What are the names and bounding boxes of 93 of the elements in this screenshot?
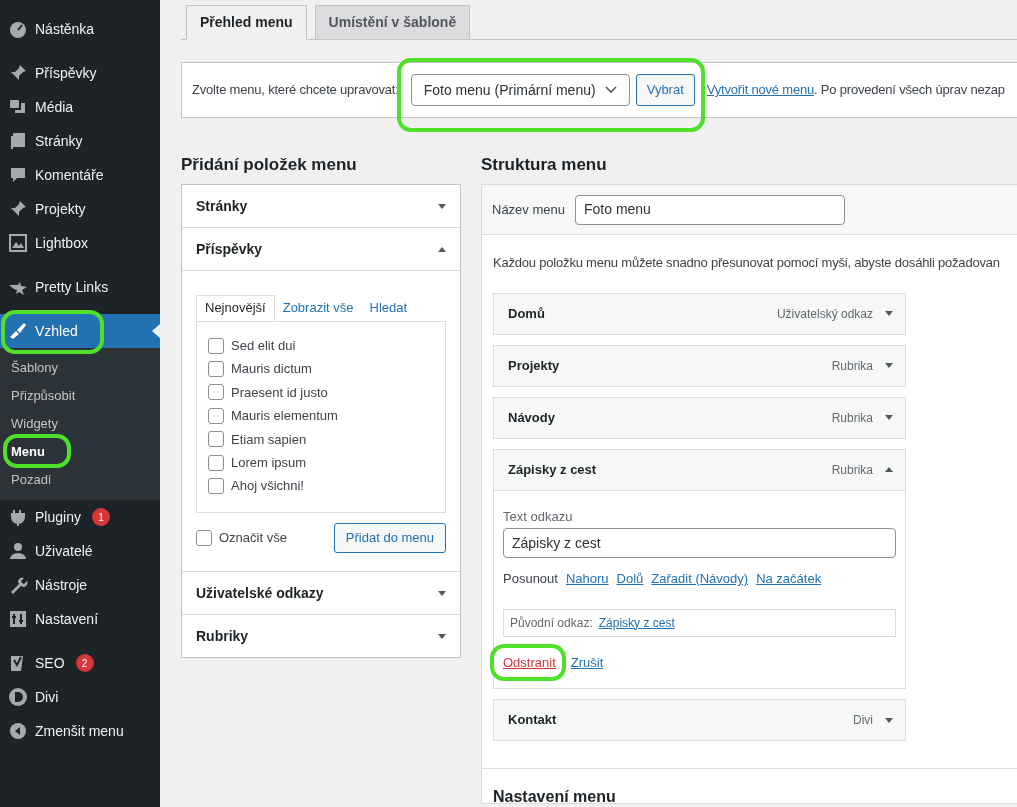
sidebar-item[interactable]: Nástroje [0, 568, 160, 602]
caret-icon [604, 86, 617, 94]
sidebar-item[interactable]: Stránky [0, 124, 160, 158]
tab[interactable]: Přehled menu [186, 5, 307, 40]
original-label: Původní odkaz: [510, 614, 593, 632]
move-link[interactable]: Dolů [616, 569, 644, 589]
expand-arrow-icon [885, 415, 893, 420]
collapse-arrow-icon [438, 246, 446, 252]
sidebar-item[interactable]: Média [0, 90, 160, 124]
checkbox-label: Etiam sapien [231, 430, 307, 449]
checkbox-label: Mauris elementum [231, 407, 338, 426]
checkbox[interactable] [208, 337, 224, 354]
accordion-header[interactable]: Uživatelské odkazy [182, 572, 460, 614]
menu-icon [8, 321, 28, 341]
expand-arrow-icon [885, 311, 893, 316]
menu-icon [8, 19, 28, 39]
menu-icon [8, 541, 28, 561]
create-menu-link[interactable]: Vytvořit nové menu [706, 82, 814, 98]
sidebar-item[interactable]: Nastavení [0, 602, 160, 636]
sidebar-item[interactable]: Nástěnka [0, 12, 160, 46]
count-badge: 2 [75, 654, 94, 672]
collapse-arrow-icon [885, 467, 893, 472]
accordion-header[interactable]: Rubriky [182, 615, 460, 657]
sidebar-item[interactable]: Uživatelé [0, 534, 160, 568]
submenu-item[interactable]: Přizpůsobit [0, 382, 160, 410]
checkbox-label: Lorem ipsum [231, 453, 307, 472]
move-link[interactable]: Na začátek [756, 569, 822, 589]
checkbox[interactable] [208, 361, 224, 378]
checkbox[interactable] [208, 384, 224, 401]
checkbox-label: Mauris dictum [231, 360, 312, 379]
sidebar-item[interactable]: Zmenšit menu [0, 714, 160, 748]
menu-icon [8, 721, 28, 741]
current-indicator-icon [152, 324, 160, 338]
link-text-field[interactable]: Zápisky z cest [503, 528, 896, 558]
sidebar-item[interactable]: Divi [0, 680, 160, 714]
accordion-header[interactable]: Stránky [182, 185, 460, 227]
cancel-link[interactable]: Zrušit [570, 652, 604, 672]
checkbox[interactable] [196, 530, 212, 546]
checkbox[interactable] [208, 407, 224, 424]
menu-hint: Vytvořit nové menu. Po provedení všech úprav nezap [706, 81, 1005, 100]
checkbox-label: Označit vše [219, 529, 287, 548]
sidebar-item[interactable]: Komentáře [0, 158, 160, 192]
menu-icon [8, 165, 28, 185]
menu-dropdown[interactable]: Foto menu (Primární menu) [410, 74, 630, 106]
submenu-item[interactable]: Menu [0, 438, 160, 466]
sidebar-item[interactable]: Lightbox [0, 226, 160, 260]
sidebar-item[interactable]: Projekty [0, 192, 160, 226]
accordion-header[interactable]: Příspěvky [182, 228, 460, 270]
move-link[interactable]: Zařadit (Návody) [651, 569, 749, 589]
menu-item-header[interactable]: Zápisky z cest Rubrika [494, 449, 905, 490]
expand-arrow-icon [438, 203, 446, 209]
menu-icon [8, 609, 28, 629]
menu-icon [8, 233, 28, 253]
checkbox[interactable] [208, 478, 224, 495]
add-to-menu-button[interactable]: Přidat do menu [333, 523, 446, 553]
expand-arrow-icon [438, 590, 446, 596]
instructions-text: Každou položku menu můžete snadno přesunovat pomocí myši, abyste dosáhli požadovan [493, 254, 1001, 272]
submenu-item[interactable]: Šablony [0, 354, 160, 382]
sidebar-item[interactable]: SEO 2 [0, 646, 160, 680]
section-heading: Struktura menu [481, 154, 608, 176]
checkbox-label: Praesent id justo [231, 383, 328, 402]
field-label: Název menu [492, 200, 565, 219]
select-label: Zvolte menu, které chcete upravovat: [192, 81, 399, 100]
checkbox[interactable] [208, 431, 224, 448]
sidebar-item[interactable]: Vzhled [0, 314, 160, 348]
panel-tab[interactable]: Zobrazit vše [274, 295, 362, 321]
sidebar-item[interactable]: Příspěvky [0, 56, 160, 90]
select-button[interactable]: Vybrat [635, 74, 695, 106]
checkbox-label: Ahoj všichni! [231, 477, 304, 496]
field-label: Text odkazu [503, 507, 574, 526]
expand-arrow-icon [438, 633, 446, 639]
menu-icon [8, 507, 28, 527]
checkbox[interactable] [208, 454, 224, 471]
submenu-item[interactable]: Widgety [0, 410, 160, 438]
submenu-item[interactable]: Pozadí [0, 466, 160, 494]
checkbox-label: Sed elit dui [231, 336, 296, 355]
expand-arrow-icon [885, 363, 893, 368]
move-link[interactable]: Nahoru [565, 569, 609, 589]
count-badge: 1 [91, 508, 110, 526]
menu-icon [8, 687, 28, 707]
tab[interactable]: Umístění v šabloně [314, 5, 471, 40]
original-link[interactable]: Zápisky z cest [598, 613, 675, 632]
sidebar-item[interactable]: Pretty Links [0, 270, 160, 304]
section-heading: Nastavení menu [493, 787, 617, 807]
section-heading: Přidání položek menu [181, 154, 358, 176]
panel-tab[interactable]: Hledat [361, 295, 416, 321]
expand-arrow-icon [885, 717, 893, 723]
panel-tab[interactable]: Nejnovější [196, 295, 275, 321]
move-label: Posunout [503, 570, 558, 588]
sidebar-item[interactable]: Pluginy 1 [0, 500, 160, 534]
menu-icon [8, 131, 28, 151]
remove-link[interactable]: Odstranit [503, 654, 556, 670]
menu-name-field[interactable]: Foto menu [575, 194, 845, 225]
